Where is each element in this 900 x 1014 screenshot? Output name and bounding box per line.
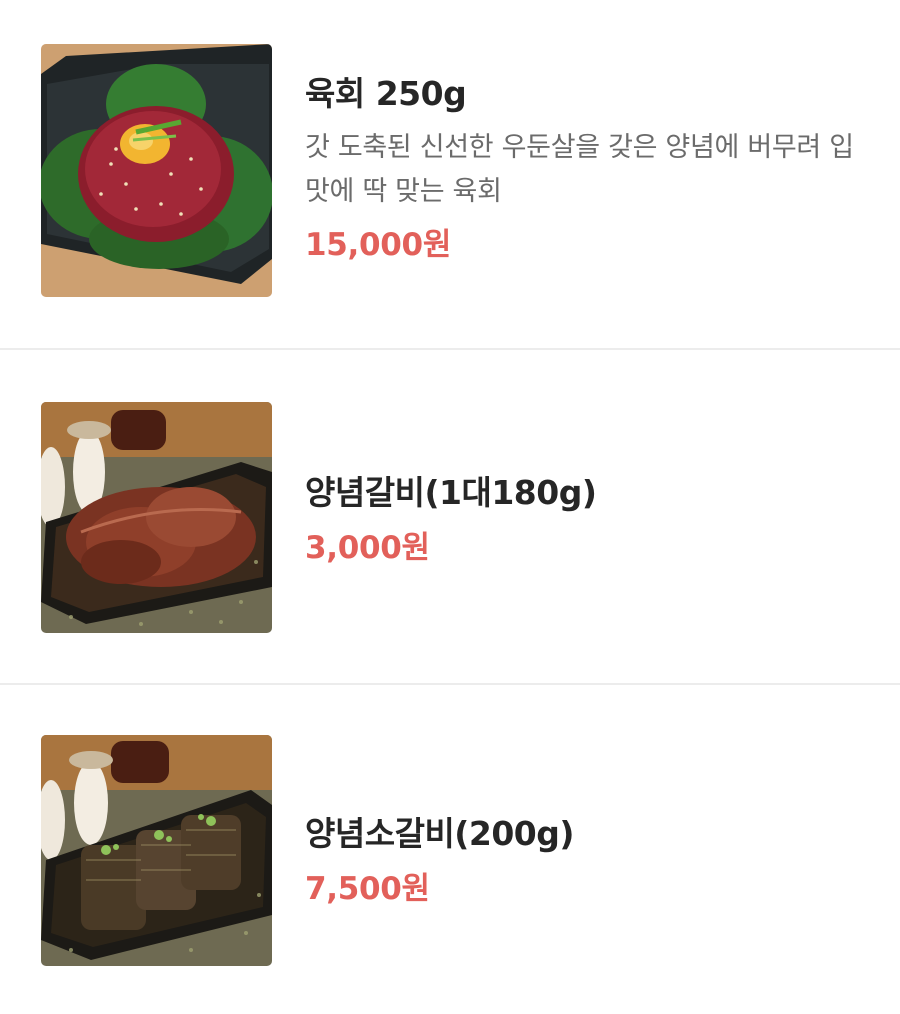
menu-item-photo[interactable] [41,735,272,966]
menu-item-price: 7,500원 [305,871,430,907]
marinated-beef-galbi-photo-icon [41,735,272,966]
menu-item-photo[interactable] [41,402,272,633]
marinated-galbi-photo-icon [41,402,272,633]
menu-item-info: 양념소갈비(200g) 7,500원 [305,810,860,912]
menu-item-galbi[interactable]: 양념갈비(1대180g) 3,000원 [0,351,900,684]
divider [0,348,900,350]
menu-item-beef-galbi[interactable]: 양념소갈비(200g) 7,500원 [0,686,900,1014]
menu-item-price: 15,000원 [305,227,452,263]
menu-item-name: 양념갈비(1대180g) [305,473,597,512]
menu-list: 육회 250g 갓 도축된 신선한 우둔살을 갖은 양념에 버무려 입맛에 딱 … [0,0,900,1014]
menu-item-photo[interactable] [41,44,272,297]
menu-item-yukhoe[interactable]: 육회 250g 갓 도축된 신선한 우둔살을 갖은 양념에 버무려 입맛에 딱 … [0,0,900,349]
menu-item-name: 육회 250g [305,74,467,113]
menu-item-info: 육회 250g 갓 도축된 신선한 우둔살을 갖은 양념에 버무려 입맛에 딱 … [305,70,860,268]
menu-item-description: 갓 도축된 신선한 우둔살을 갖은 양념에 버무려 입맛에 딱 맞는 육회 [305,132,854,207]
menu-item-info: 양념갈비(1대180g) 3,000원 [305,469,860,571]
yukhoe-photo-icon [41,44,272,297]
menu-item-name: 양념소갈비(200g) [305,814,574,853]
divider [0,683,900,685]
menu-item-price: 3,000원 [305,530,430,566]
